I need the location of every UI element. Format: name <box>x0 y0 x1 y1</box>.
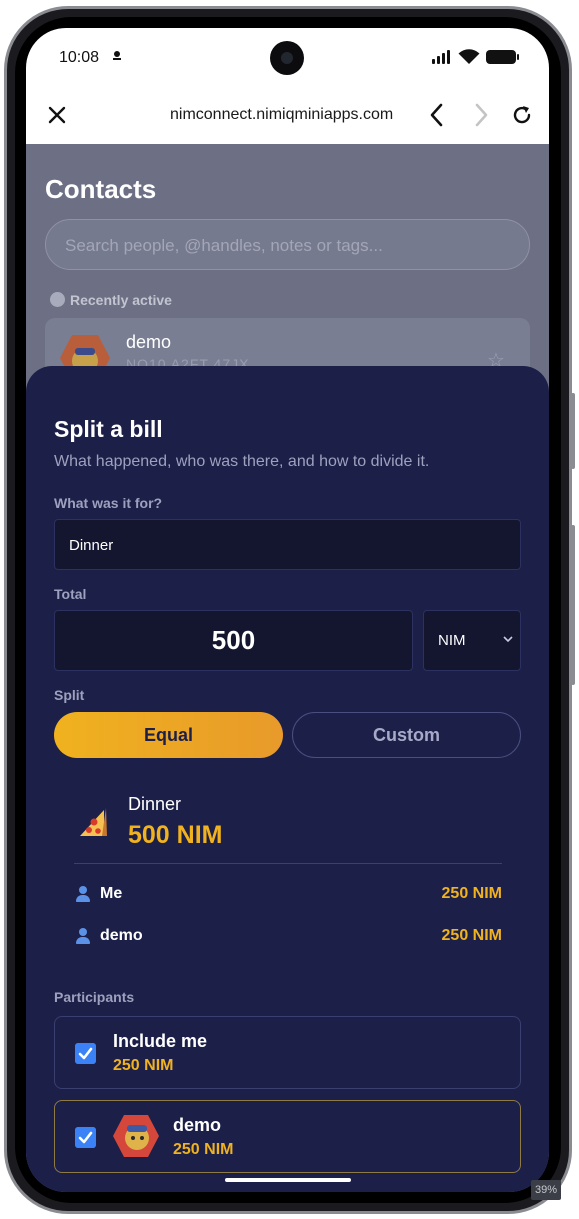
reload-icon[interactable] <box>510 103 534 127</box>
participant-amount: 250 NIM <box>173 1141 234 1158</box>
participant-amount: 250 NIM <box>113 1057 174 1074</box>
participant-card[interactable]: demo 250 NIM <box>54 1100 521 1173</box>
volume-button <box>571 405 575 469</box>
sheet-title: Split a bill <box>54 416 163 442</box>
search-input[interactable]: Search people, @handles, notes or tags..… <box>45 219 530 270</box>
breakdown-name: Me <box>100 885 123 902</box>
status-bar: 10:08 <box>26 28 549 86</box>
breakdown-amount: 250 NIM <box>441 885 502 902</box>
screen: 10:08 nimconnect.nimiqminiapps.com Conta… <box>26 28 549 1192</box>
search-placeholder: Search people, @handles, notes or tags..… <box>65 236 383 255</box>
url-text[interactable]: nimconnect.nimiqminiapps.com <box>170 106 393 124</box>
contact-name: demo <box>126 332 172 352</box>
participants-label: Participants <box>54 989 135 1005</box>
browser-toolbar: nimconnect.nimiqminiapps.com <box>26 86 549 144</box>
purpose-field[interactable]: Dinner <box>54 519 521 570</box>
participant-card[interactable]: Include me 250 NIM <box>54 1016 521 1089</box>
back-icon[interactable] <box>426 102 448 128</box>
currency-value: NIM <box>438 632 466 649</box>
purpose-value: Dinner <box>69 537 114 554</box>
split-equal-button[interactable]: Equal <box>54 712 283 758</box>
checkbox[interactable] <box>75 1043 96 1064</box>
sheet-subtitle: What happened, who was there, and how to… <box>54 453 430 470</box>
wifi-icon <box>458 49 480 64</box>
identicon-avatar <box>113 1115 159 1157</box>
pay-icon <box>112 51 122 65</box>
zoom-badge: 39% <box>531 1180 561 1200</box>
page-title: Contacts <box>45 174 157 204</box>
forward-icon[interactable] <box>470 102 492 128</box>
total-value: 500 <box>211 625 256 655</box>
status-time: 10:08 <box>59 49 100 66</box>
participant-name: Include me <box>113 1031 208 1051</box>
person-icon <box>75 928 91 944</box>
clock-icon <box>50 292 65 307</box>
split-bill-sheet: Split a bill What happened, who was ther… <box>26 366 549 1192</box>
power-button <box>571 525 575 685</box>
currency-select[interactable]: NIM <box>423 610 521 671</box>
breakdown-name: demo <box>100 927 143 944</box>
close-icon[interactable] <box>46 104 68 126</box>
battery-icon <box>486 50 519 64</box>
total-field[interactable]: 500 <box>54 610 413 671</box>
participant-name: demo <box>173 1115 222 1135</box>
split-custom-button[interactable]: Custom <box>292 712 521 758</box>
recently-active-label: Recently active <box>50 292 172 308</box>
signal-icon <box>432 50 454 64</box>
recently-active-text: Recently active <box>70 292 172 308</box>
camera-cutout <box>270 41 304 75</box>
split-label: Split <box>54 687 85 703</box>
breakdown-amount: 250 NIM <box>441 927 502 944</box>
pizza-icon <box>80 808 107 836</box>
summary-label: Dinner <box>128 794 182 814</box>
summary-amount: 500 NIM <box>128 821 223 849</box>
for-label: What was it for? <box>54 495 163 511</box>
chevron-down-icon <box>503 636 513 643</box>
checkbox[interactable] <box>75 1127 96 1148</box>
total-label: Total <box>54 586 87 602</box>
person-icon <box>75 886 91 902</box>
home-indicator[interactable] <box>225 1178 351 1182</box>
summary-divider <box>74 863 502 864</box>
